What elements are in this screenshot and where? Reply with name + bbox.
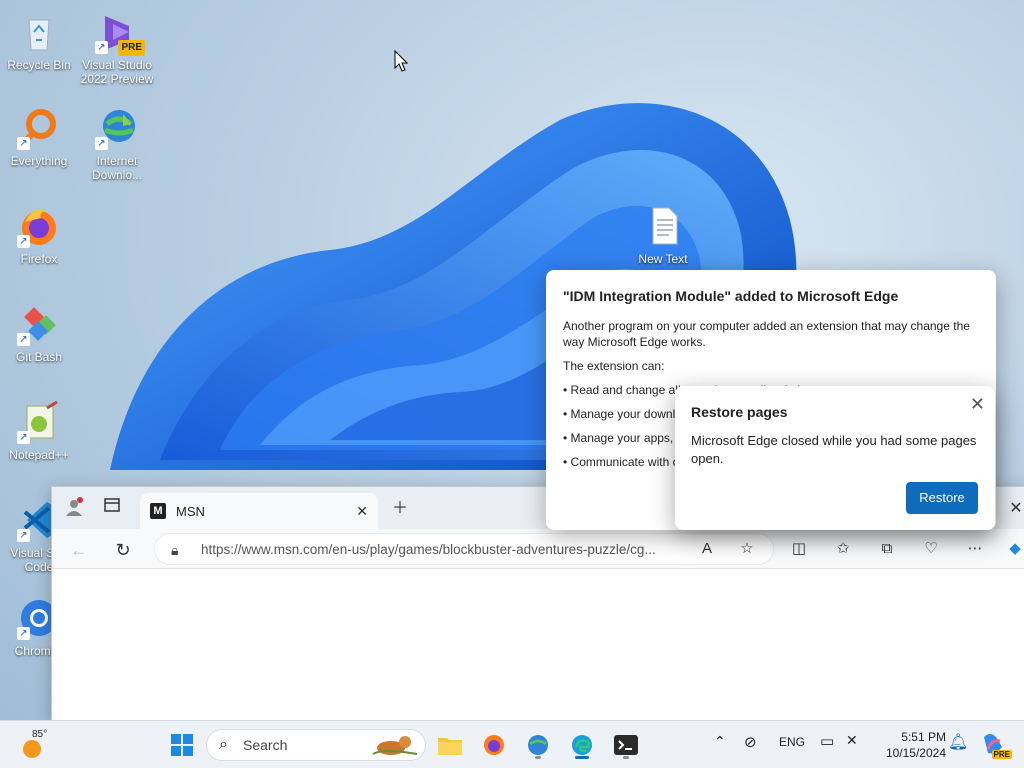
clock-time: 5:51 PM [901,730,946,744]
edge-icon [572,735,592,755]
shortcut-arrow-icon: ↗ [17,333,30,346]
page-content-area [52,569,1024,721]
restore-dialog-message: Microsoft Edge closed while you had some… [691,433,977,466]
display-icon[interactable]: ▭ [820,732,834,750]
desktop-icon-visual-studio-2022-preview[interactable]: PRE ↗ Visual Studio 2022 Preview [78,10,156,86]
desktop-icon-firefox[interactable]: ↗ Firefox [0,204,78,266]
search-placeholder: Search [243,737,288,753]
everything-search-icon: ↗ [17,106,61,150]
desktop-icon-git-bash[interactable]: ↗ Git Bash [0,302,78,364]
git-bash-icon: ↗ [17,302,61,346]
language-indicator[interactable]: ENG [779,735,805,749]
running-indicator [623,756,629,759]
taskbar: 85° ⌕ Search ⌃ ⊘ ENG ▭ ✕ 5:51 PM 10/15/2… [0,720,1024,768]
start-button[interactable] [166,729,198,761]
taskbar-terminal[interactable] [610,729,642,761]
extension-can-label: The extension can: [563,359,665,373]
taskbar-internet-download-manager[interactable] [522,729,554,761]
restore-pages-dialog: ✕ Restore pages Microsoft Edge closed wh… [675,386,995,530]
taskbar-search-input[interactable]: ⌕ Search [206,729,426,761]
search-icon: ⌕ [219,736,228,753]
window-close-icon[interactable]: ✕ [1004,497,1024,521]
recycle-bin-icon [17,10,61,54]
favorite-star-icon[interactable]: ☆ [736,538,758,560]
folder-icon [438,738,462,755]
tab-actions-icon[interactable] [100,497,124,521]
copilot-icon[interactable]: ◆ [1004,538,1024,560]
clock-date: 10/15/2024 [885,746,946,760]
desktop-icon-everything[interactable]: ↗ Everything [0,106,78,168]
new-tab-icon[interactable]: ＋ [388,497,412,521]
back-icon[interactable]: ← [66,537,92,563]
desktop-icon-internet-download-manager[interactable]: ↗ Internet Downlo... [78,106,156,182]
desktop-icon-new-text[interactable]: New Text [624,204,702,266]
shortcut-arrow-icon: ↗ [17,137,30,150]
shortcut-arrow-icon: ↗ [95,137,108,150]
address-text: https://www.msn.com/en-us/play/games/blo… [201,542,656,557]
lock-icon: 🔒︎ [171,542,179,558]
profile-icon[interactable] [62,497,86,521]
restore-button[interactable]: Restore [906,482,978,514]
split-screen-icon[interactable]: ◫ [788,538,810,560]
weather-temp: 85° [32,729,48,740]
pre-badge: PRE [991,750,1012,759]
taskbar-firefox[interactable] [478,729,510,761]
idm-globe-icon [528,735,548,755]
clock[interactable]: 5:51 PM 10/15/2024 [874,729,946,761]
taskbar-file-explorer[interactable] [434,729,466,761]
shortcut-arrow-icon: ↗ [17,627,30,640]
close-icon[interactable]: ✕ [970,394,985,415]
restore-dialog-title: Restore pages [691,404,788,420]
network-disconnected-icon[interactable]: ⊘ [744,733,757,751]
tab-close-icon[interactable]: ✕ [356,503,368,520]
msn-favicon-icon: M [150,503,166,519]
visual-studio-icon: PRE ↗ [95,10,145,56]
copilot-preview-button[interactable]: PRE [980,731,1012,759]
terminal-icon [614,735,638,755]
settings-more-icon[interactable]: ⋯ [964,538,986,560]
windows-logo-icon [171,734,193,756]
extension-dialog-description: Another program on your computer added a… [563,319,970,349]
browser-essentials-icon[interactable]: ♡ [920,538,942,560]
pre-badge: PRE [118,40,145,56]
running-indicator [575,756,589,759]
refresh-icon[interactable]: ↻ [110,537,136,563]
firefox-icon: ↗ [17,204,61,248]
collections-icon[interactable]: ⧉ [876,538,898,560]
notification-bell-icon[interactable]: 🔔︎ [948,732,968,752]
extension-dialog-title: "IDM Integration Module" added to Micros… [563,288,899,304]
desktop-icon-recycle-bin[interactable]: Recycle Bin [0,10,78,72]
read-aloud-icon[interactable]: A [696,538,718,560]
notepad-plus-plus-icon: ↗ [17,400,61,444]
mouse-cursor-icon [394,50,408,72]
text-file-icon [641,204,685,248]
idm-globe-icon: ↗ [95,106,139,150]
show-hidden-icons-chevron-icon[interactable]: ⌃ [714,733,726,750]
address-input[interactable]: 🔒︎ https://www.msn.com/en-us/play/games/… [154,533,774,565]
taskbar-microsoft-edge[interactable] [566,729,598,761]
tab-title: MSN [176,503,205,519]
address-bar-row: ← ↻ 🔒︎ https://www.msn.com/en-us/play/ga… [52,529,1024,569]
volume-muted-icon[interactable]: ✕ [846,732,858,749]
tab-msn[interactable]: M MSN ✕ [140,493,378,529]
running-indicator [535,756,541,759]
shortcut-arrow-icon: ↗ [95,41,108,54]
weather-widget[interactable]: 85° [18,729,58,761]
desktop-icon-notepad-plus-plus[interactable]: ↗ Notepad++ [0,400,78,462]
shortcut-arrow-icon: ↗ [17,529,30,542]
firefox-icon [484,735,504,755]
shortcut-arrow-icon: ↗ [17,431,30,444]
favorites-icon[interactable]: ✩ [832,538,854,560]
search-highlight-illustration-icon [372,736,418,755]
shortcut-arrow-icon: ↗ [17,235,30,248]
